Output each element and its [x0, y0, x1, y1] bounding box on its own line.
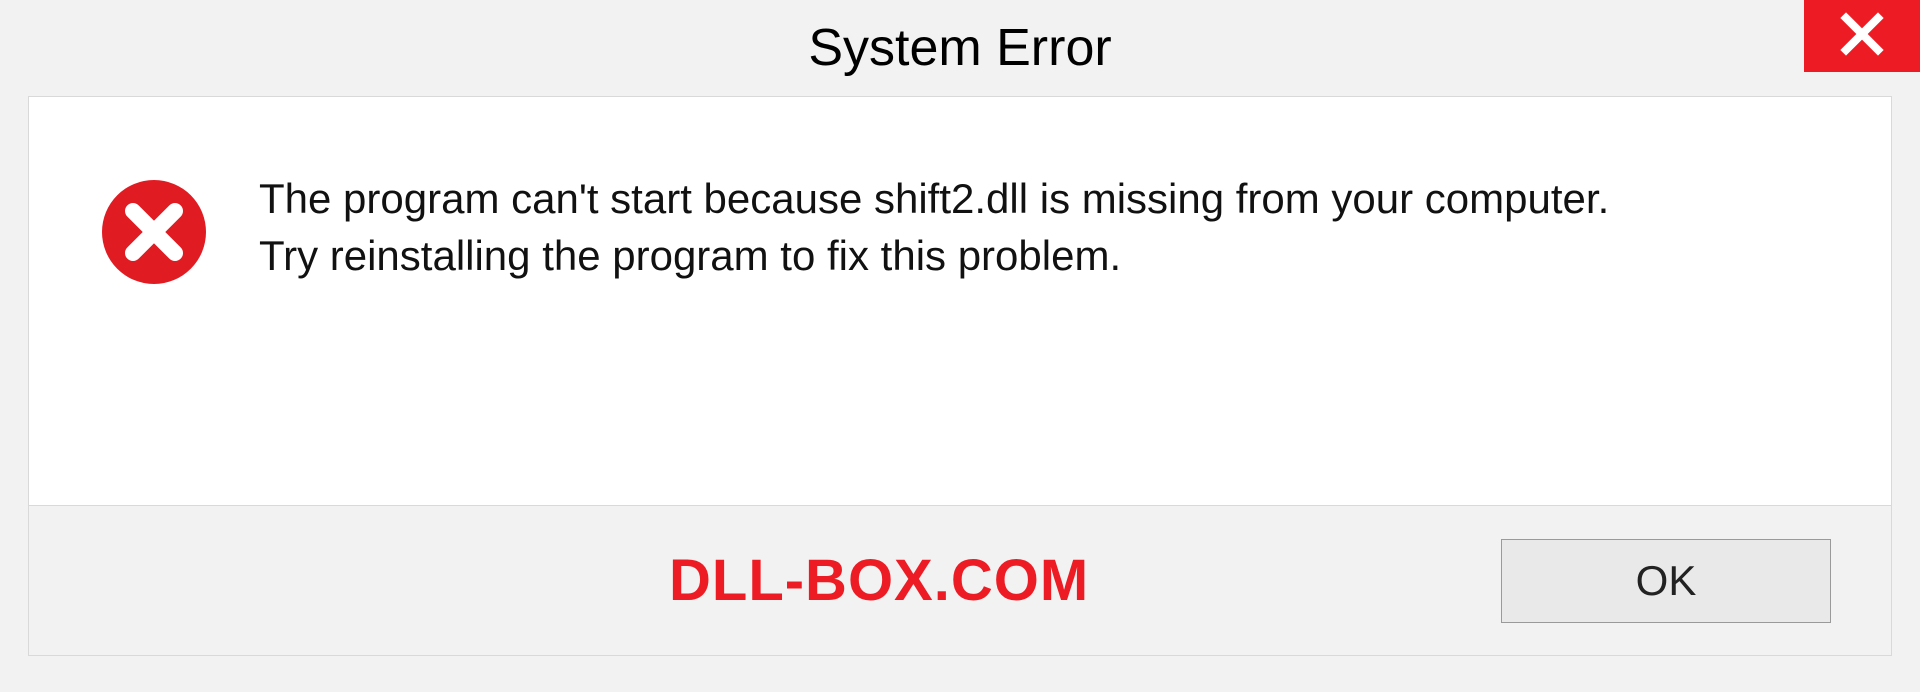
close-icon [1840, 12, 1884, 61]
dialog-message: The program can't start because shift2.d… [259, 167, 1609, 284]
ok-button-label: OK [1636, 557, 1697, 605]
watermark-text: DLL-BOX.COM [669, 547, 1089, 614]
ok-button[interactable]: OK [1501, 539, 1831, 623]
dialog-body: The program can't start because shift2.d… [28, 96, 1892, 506]
close-button[interactable] [1804, 0, 1920, 72]
dialog-title: System Error [808, 18, 1111, 78]
error-icon [99, 177, 209, 287]
dialog-footer: DLL-BOX.COM OK [28, 506, 1892, 656]
titlebar: System Error [0, 0, 1920, 96]
